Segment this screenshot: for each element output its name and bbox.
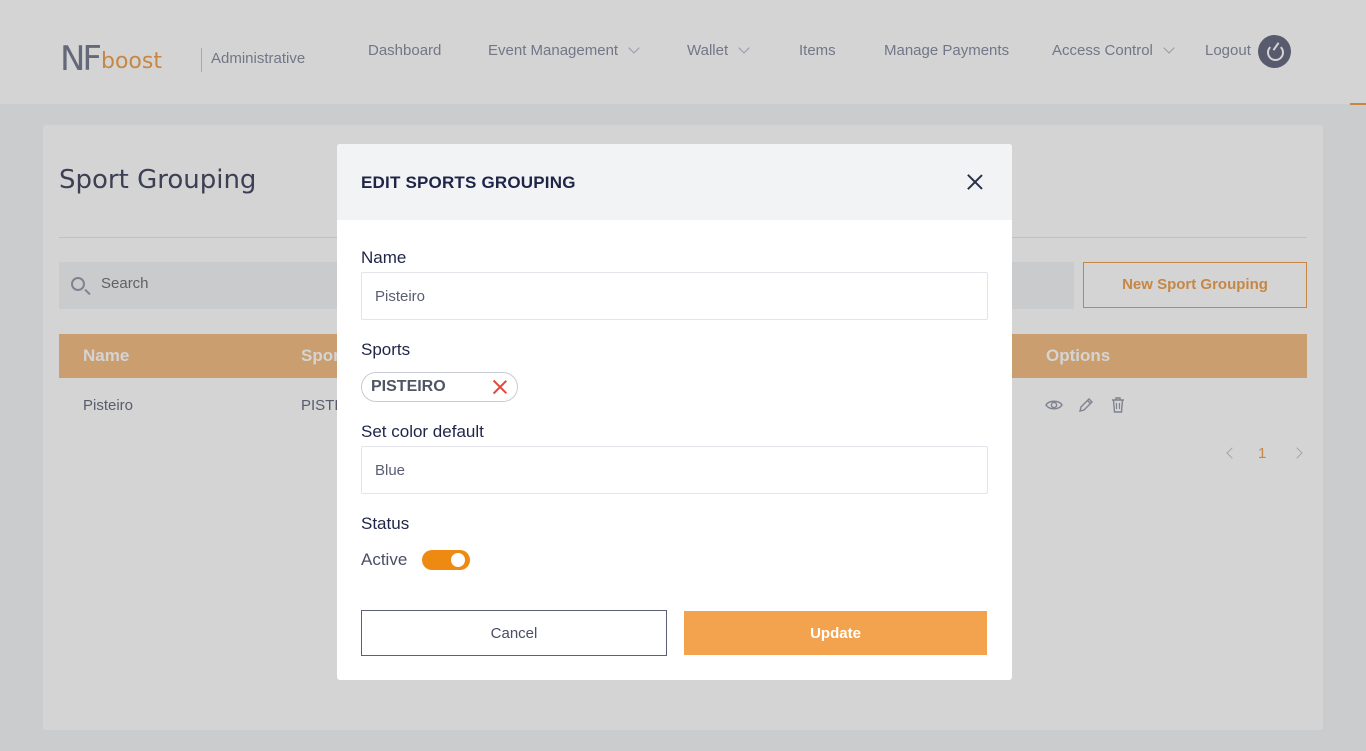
modal-header: EDIT SPORTS GROUPING [337, 144, 1012, 220]
remove-tag-icon[interactable] [492, 379, 508, 395]
modal-title: EDIT SPORTS GROUPING [361, 173, 576, 192]
sports-label: Sports [361, 340, 411, 359]
sport-tag-label: PISTEIRO [371, 378, 446, 395]
edit-sports-grouping-modal: EDIT SPORTS GROUPING Name Sports PISTEIR… [337, 144, 1012, 680]
status-toggle[interactable] [422, 550, 470, 570]
close-icon[interactable] [966, 173, 984, 191]
sport-tag: PISTEIRO [361, 372, 518, 402]
status-text: Active [361, 550, 408, 569]
status-label: Status [361, 514, 410, 533]
cancel-button[interactable]: Cancel [361, 610, 667, 656]
color-label: Set color default [361, 422, 484, 441]
name-field[interactable] [361, 272, 988, 320]
update-button[interactable]: Update [684, 611, 987, 655]
toggle-knob [451, 553, 465, 567]
name-label: Name [361, 248, 407, 267]
color-field[interactable] [361, 446, 988, 494]
